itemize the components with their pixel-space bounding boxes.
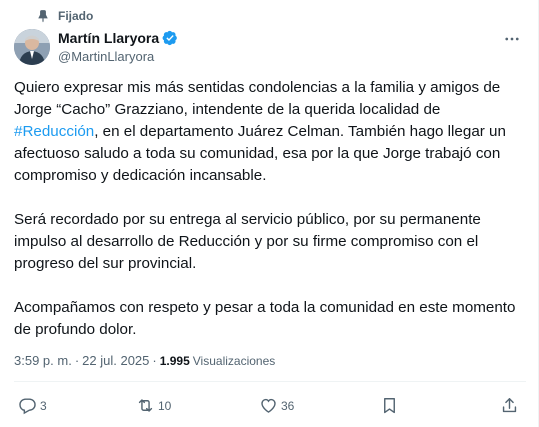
verified-badge-icon — [162, 30, 178, 46]
tweet-text: Quiero expresar mis más sentidas condole… — [14, 77, 526, 362]
meta-separator: · — [152, 353, 157, 368]
repost-icon — [138, 399, 153, 412]
tweet-card: Fijado Martín Llaryora @MartinLlaryora Q… — [0, 0, 539, 427]
like-count: 36 — [281, 398, 295, 413]
tweet-meta: 3:59 p. m. · 22 jul. 2025 · 1.995 Visual… — [14, 353, 275, 368]
tweet-paragraph-1: Quiero expresar mis más sentidas condole… — [14, 79, 506, 185]
reply-icon — [19, 398, 36, 415]
share-button[interactable] — [500, 396, 519, 415]
bookmark-button[interactable] — [380, 396, 399, 415]
repost-button[interactable]: 10 — [136, 396, 171, 415]
reply-count: 3 — [40, 398, 47, 413]
share-icon — [502, 398, 517, 413]
views-count[interactable]: 1.995 — [160, 354, 190, 368]
hashtag-link[interactable]: #Reducción — [14, 123, 94, 140]
tweet-time[interactable]: 3:59 p. m. — [14, 353, 72, 368]
meta-separator: · — [74, 353, 80, 368]
divider — [14, 381, 526, 382]
tweet-paragraph-2: Será recordado por su entrega al servici… — [14, 210, 481, 273]
views-label: Visualizaciones — [192, 353, 276, 368]
repost-count: 10 — [158, 398, 172, 413]
reply-button[interactable]: 3 — [18, 396, 47, 415]
author-name[interactable]: Martín Llaryora — [58, 30, 159, 46]
tweet-date[interactable]: 22 jul. 2025 — [82, 353, 149, 368]
pinned-label: Fijado — [58, 9, 94, 23]
pin-icon — [36, 9, 50, 23]
tweet-paragraph-3: Acompañamos con respeto y pesar a toda l… — [14, 298, 516, 338]
like-icon — [261, 398, 276, 413]
pinned-indicator: Fijado — [36, 9, 93, 23]
author-handle[interactable]: @MartinLlaryora — [58, 49, 154, 64]
avatar[interactable] — [14, 29, 50, 65]
more-icon[interactable] — [503, 30, 521, 48]
bookmark-icon — [384, 398, 395, 414]
like-button[interactable]: 36 — [259, 396, 294, 415]
action-bar: 3 10 36 — [0, 396, 539, 420]
author-name-row[interactable]: Martín Llaryora — [58, 30, 178, 46]
